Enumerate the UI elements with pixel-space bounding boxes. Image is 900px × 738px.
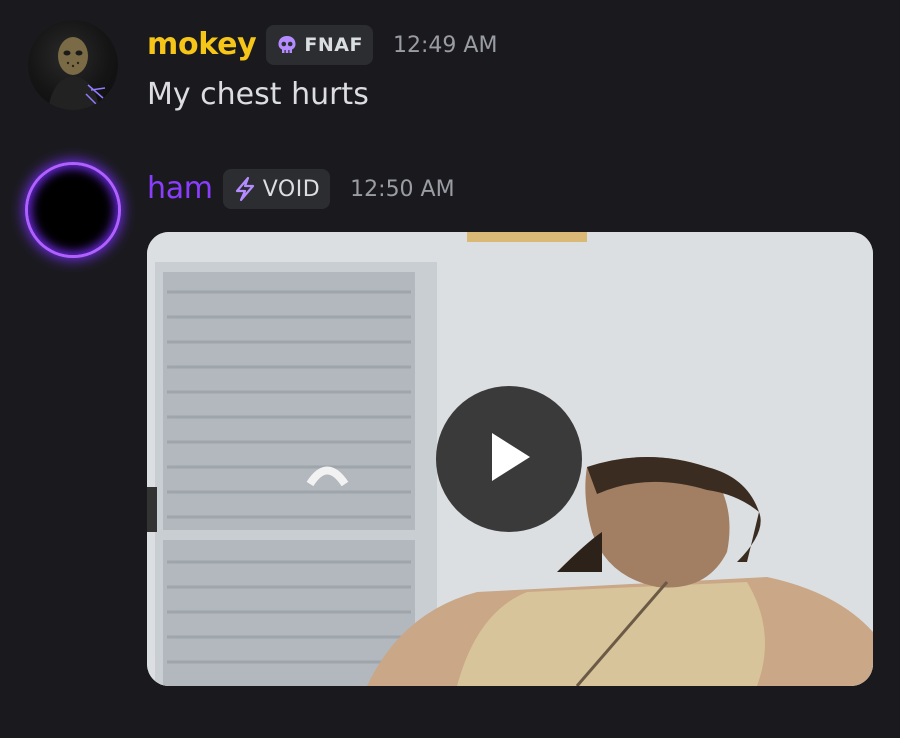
guild-tag-label: VOID [262, 176, 321, 202]
chat-messages: mokey FNAF 12:49 AM My chest hurts ham V… [0, 0, 900, 738]
message-text: My chest hurts [147, 77, 369, 112]
avatar[interactable] [28, 165, 118, 255]
lightning-icon [233, 176, 257, 202]
username[interactable]: ham [147, 169, 213, 209]
skull-icon [276, 34, 298, 56]
message-header: mokey FNAF 12:49 AM [147, 25, 497, 65]
guild-tag[interactable]: FNAF [266, 25, 373, 65]
play-icon [484, 429, 534, 489]
timestamp[interactable]: 12:49 AM [393, 33, 497, 58]
timestamp[interactable]: 12:50 AM [350, 177, 454, 202]
username[interactable]: mokey [147, 25, 257, 65]
avatar[interactable] [28, 20, 118, 110]
message-mokey: mokey FNAF 12:49 AM My chest hurts [0, 0, 900, 140]
video-attachment[interactable] [147, 232, 873, 686]
guild-tag-label: FNAF [304, 34, 363, 56]
play-button[interactable] [436, 386, 582, 532]
message-header: ham VOID 12:50 AM [147, 169, 455, 209]
message-ham: ham VOID 12:50 AM [0, 140, 900, 738]
guild-tag[interactable]: VOID [222, 169, 331, 209]
